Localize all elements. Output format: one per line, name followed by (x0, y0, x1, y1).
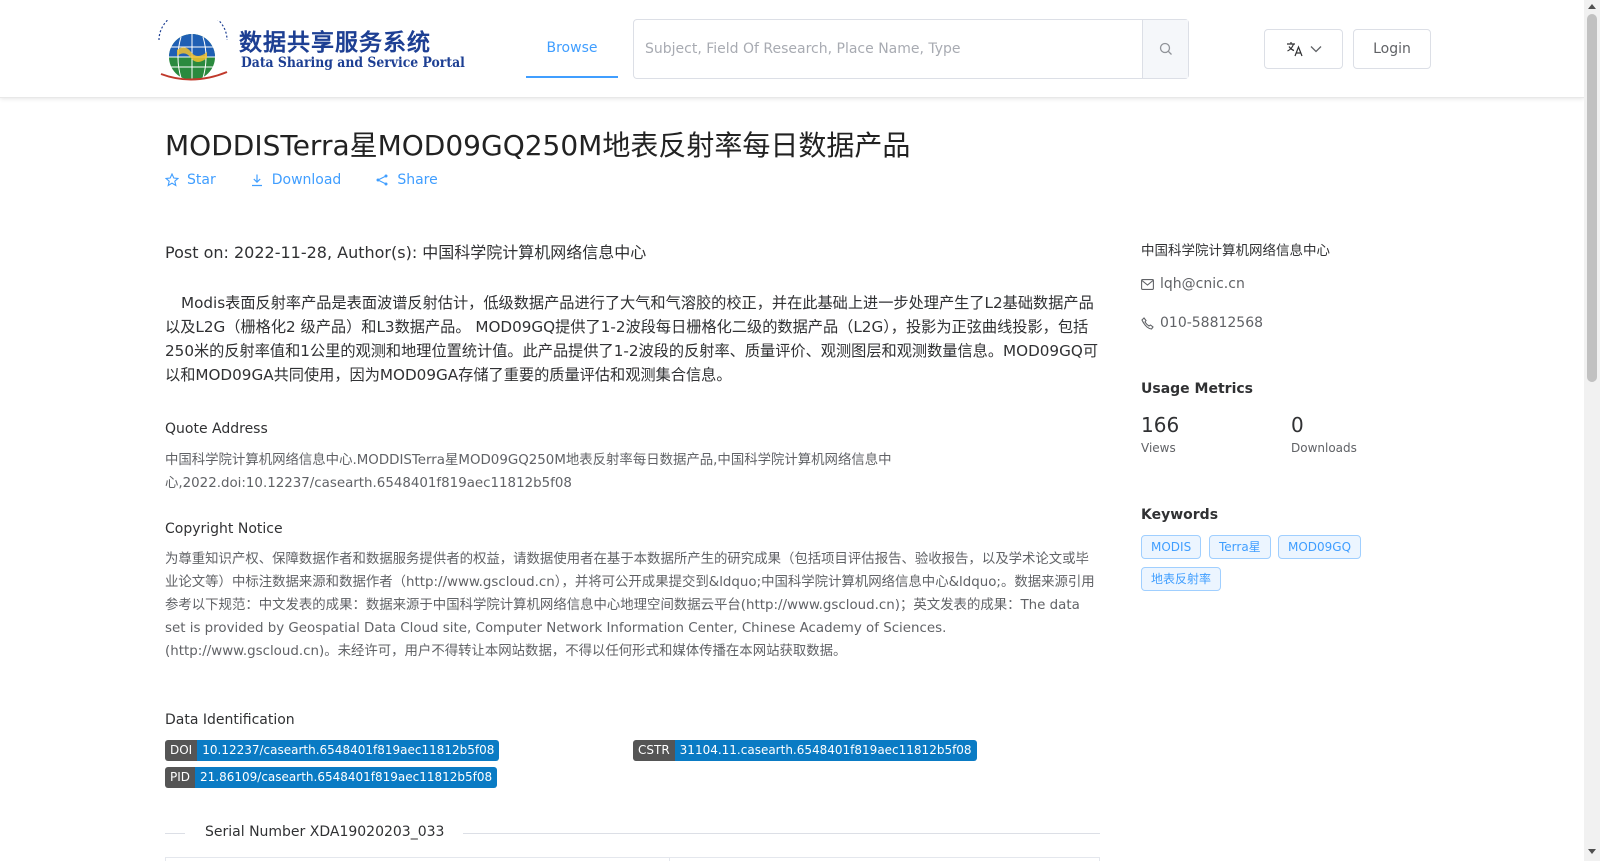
data-identification-label: Data Identification (165, 712, 295, 728)
translate-icon (1286, 42, 1303, 57)
keyword-tag[interactable]: MODIS (1141, 535, 1202, 559)
contact-phone[interactable]: 010-58812568 (1141, 315, 1263, 331)
downloads-count: 0 (1291, 413, 1304, 437)
cstr-badge[interactable]: CSTR 31104.11.casearth.6548401f819aec118… (633, 740, 977, 761)
dataset-actions: Star Download Share (165, 172, 438, 188)
copyright-text: 为尊重知识产权、保障数据作者和数据服务提供者的权益，请数据使用者在基于本数据所产… (165, 552, 1095, 659)
scroll-down-arrow-icon[interactable] (1588, 849, 1596, 854)
downloads-label: Downloads (1291, 441, 1357, 455)
search-icon (1159, 42, 1172, 55)
email-text: lqh@cnic.cn (1160, 276, 1245, 292)
contact-organization: 中国科学院计算机网络信息中心 (1141, 243, 1330, 259)
page-title: MODDISTerra星MOD09GQ250M地表反射率每日数据产品 (165, 129, 911, 162)
phone-text: 010-58812568 (1160, 315, 1264, 331)
downloads-metric: 0 Downloads (1291, 413, 1357, 455)
doi-key: DOI (165, 740, 198, 761)
site-logo[interactable]: 数据共享服务系统 Data Sharing and Service Portal (153, 20, 465, 82)
doi-badge[interactable]: DOI 10.12237/casearth.6548401f819aec1181… (165, 740, 500, 761)
mail-icon (1141, 278, 1154, 290)
logo-title-en: Data Sharing and Service Portal (241, 55, 465, 71)
details-table (165, 857, 1100, 861)
star-label: Star (187, 172, 216, 188)
search-input[interactable] (634, 20, 1142, 78)
scrollbar-thumb[interactable] (1587, 14, 1597, 382)
download-button[interactable]: Download (250, 172, 342, 188)
divider-line-left (165, 833, 185, 834)
download-label: Download (271, 172, 342, 188)
share-button[interactable]: Share (375, 172, 438, 188)
top-header: 数据共享服务系统 Data Sharing and Service Portal… (0, 0, 1584, 98)
usage-metrics-heading: Usage Metrics (1141, 381, 1253, 397)
star-icon (165, 173, 179, 187)
nav-browse-tab[interactable]: Browse (526, 20, 618, 78)
keyword-tag[interactable]: MOD09GQ (1278, 535, 1362, 559)
login-button[interactable]: Login (1353, 29, 1431, 69)
cstr-key: CSTR (633, 740, 675, 761)
serial-number-divider: Serial Number XDA19020203_033 (165, 822, 1100, 844)
logo-title-cn: 数据共享服务系统 (239, 30, 431, 56)
divider-line-right (463, 833, 1100, 834)
doi-value: 10.12237/casearth.6548401f819aec11812b5f… (197, 740, 500, 761)
share-label: Share (397, 172, 438, 188)
post-info: Post on: 2022-11-28, Author(s): 中国科学院计算机… (165, 243, 647, 262)
search-bar (633, 19, 1189, 79)
phone-icon (1141, 316, 1154, 330)
views-metric: 166 Views (1141, 413, 1179, 455)
star-button[interactable]: Star (165, 172, 216, 188)
views-count: 166 (1141, 413, 1180, 437)
scroll-up-arrow-icon[interactable] (1588, 4, 1596, 9)
contact-email[interactable]: lqh@cnic.cn (1141, 276, 1245, 292)
chevron-down-icon (1310, 46, 1321, 53)
dataset-description: Modis表面反射率产品是表面波谱反射估计，低级数据产品进行了大气和气溶胶的校正… (165, 294, 1099, 384)
share-icon (376, 174, 388, 186)
keywords-heading: Keywords (1141, 507, 1219, 523)
download-icon (251, 174, 262, 187)
pid-badge[interactable]: PID 21.86109/casearth.6548401f819aec1181… (165, 767, 498, 788)
quote-address-label: Quote Address (165, 421, 268, 437)
keyword-tag[interactable]: 地表反射率 (1141, 567, 1222, 591)
quote-address-text: 中国科学院计算机网络信息中心.MODDISTerra星MOD09GQ250M地表… (165, 453, 892, 491)
serial-number: Serial Number XDA19020203_033 (205, 824, 445, 840)
cstr-value: 31104.11.casearth.6548401f819aec11812b5f… (674, 740, 977, 761)
pid-value: 21.86109/casearth.6548401f819aec11812b5f… (195, 767, 498, 788)
views-label: Views (1141, 441, 1176, 455)
copyright-label: Copyright Notice (165, 521, 283, 537)
search-button[interactable] (1142, 20, 1188, 78)
page-scrollbar[interactable] (1584, 0, 1600, 861)
globe-logo-icon (158, 20, 228, 81)
language-switch-button[interactable] (1264, 29, 1343, 69)
pid-key: PID (165, 767, 196, 788)
keyword-tag[interactable]: Terra星 (1209, 535, 1271, 559)
